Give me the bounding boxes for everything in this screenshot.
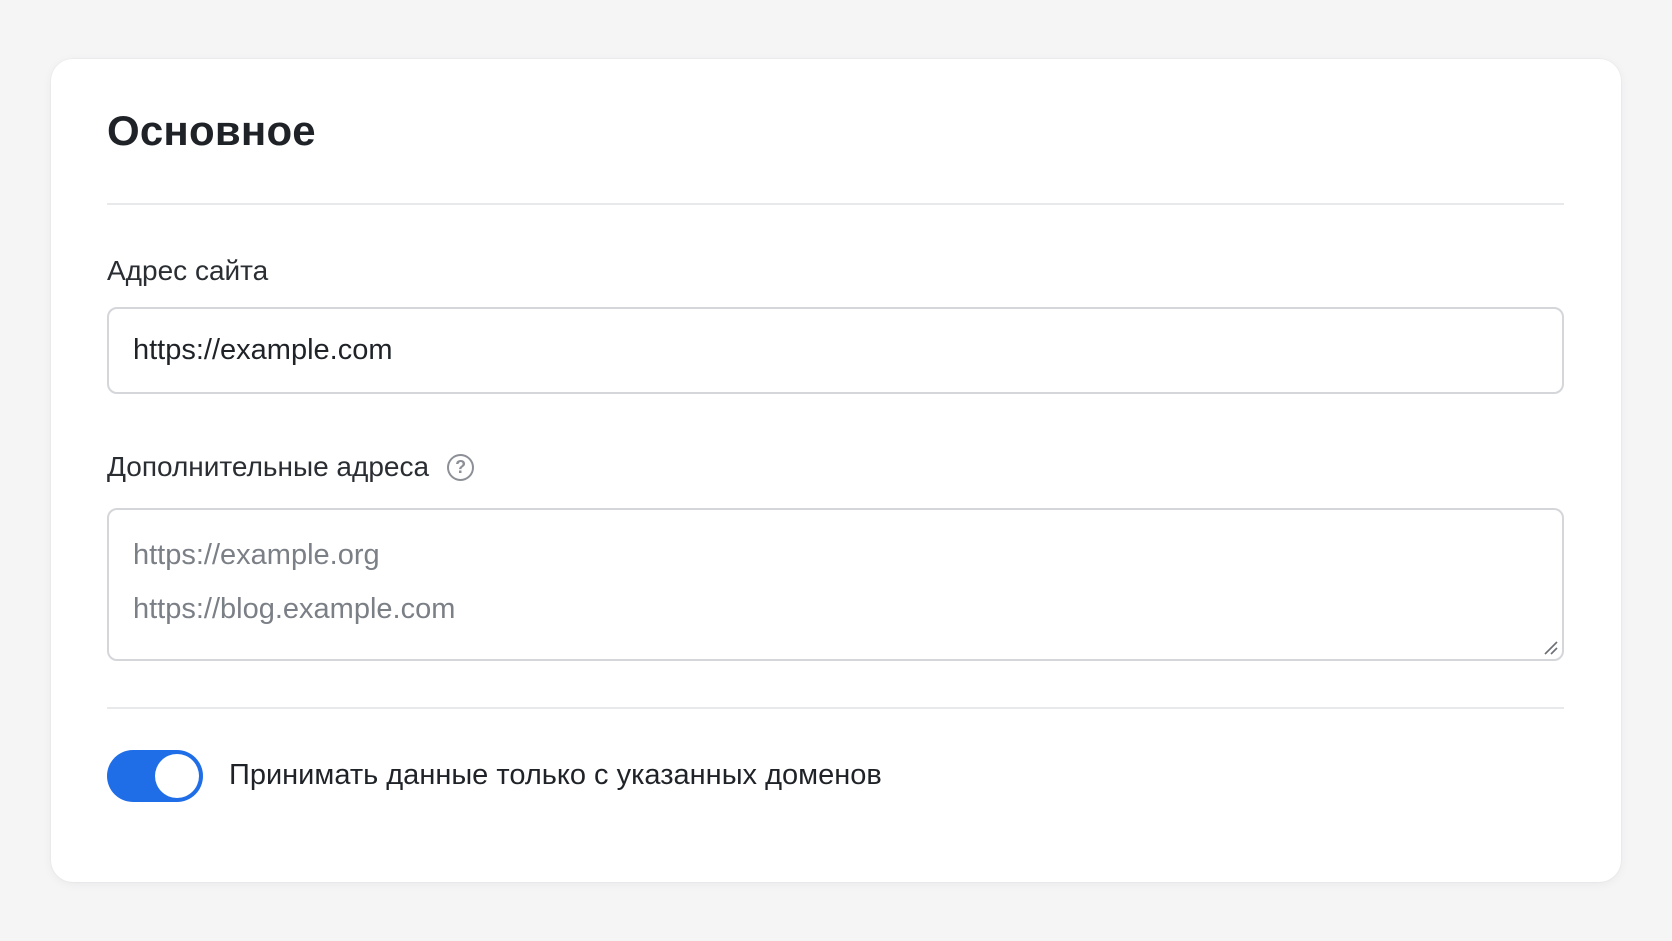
resize-handle-icon[interactable] [1542, 639, 1558, 655]
restrict-domains-label: Принимать данные только с указанных доме… [229, 759, 882, 791]
restrict-domains-toggle[interactable] [107, 750, 203, 802]
site-address-label: Адрес сайта [107, 255, 268, 287]
help-icon[interactable]: ? [447, 453, 475, 481]
site-address-field[interactable] [107, 307, 1564, 394]
extra-addresses-label: Дополнительные адреса ? [107, 451, 475, 483]
extra-addresses-textarea[interactable]: https://example.org https://blog.example… [107, 508, 1564, 661]
section-title: Основное [107, 107, 316, 154]
extra-addresses-label-text: Дополнительные адреса [107, 451, 430, 482]
toggle-divider [107, 707, 1564, 709]
settings-card-content: Основное Адрес сайта Дополнительные адре… [107, 59, 1564, 882]
title-divider [107, 203, 1564, 205]
placeholder-line: https://blog.example.com [133, 593, 456, 625]
extra-addresses-placeholder: https://example.org https://blog.example… [133, 528, 455, 636]
site-address-label-text: Адрес сайта [107, 255, 269, 286]
placeholder-line: https://example.org [133, 539, 380, 571]
toggle-knob [155, 754, 199, 798]
settings-card: Основное Адрес сайта Дополнительные адре… [51, 59, 1621, 882]
site-address-input[interactable] [109, 309, 1562, 392]
